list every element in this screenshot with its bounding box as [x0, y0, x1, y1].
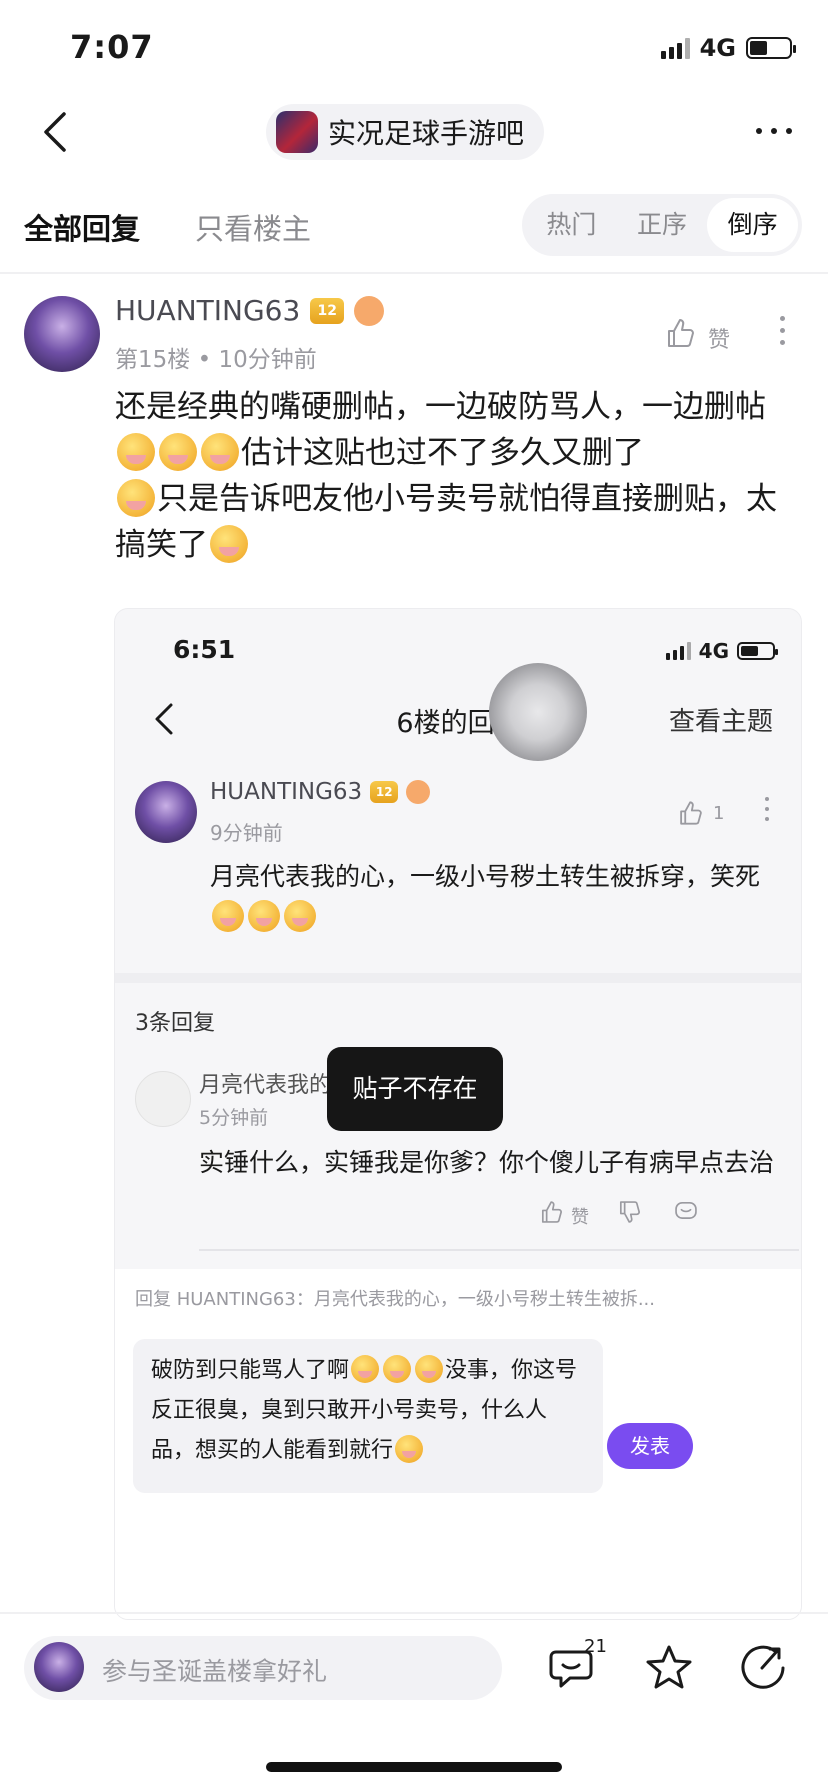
post-meta: 第15楼 • 10分钟前 [115, 347, 317, 373]
forum-avatar [276, 111, 318, 153]
gamepad-badge-icon [406, 780, 431, 804]
post-username[interactable]: HUANTING63 [115, 294, 300, 327]
chevron-left-icon[interactable] [36, 108, 76, 156]
more-vertical-icon[interactable] [780, 316, 785, 345]
shot-view-topic: 查看主题 [668, 707, 773, 737]
giggle-emoji-icon [159, 433, 197, 471]
reply-input-placeholder[interactable]: 参与圣诞盖楼拿好礼 [102, 1652, 327, 1688]
giggle-emoji-icon [248, 900, 280, 932]
giggle-emoji-icon [201, 433, 239, 471]
sort-asc[interactable]: 正序 [617, 198, 708, 252]
shot-compose-text: 破防到只能骂人了啊 没事，你这号反正很臭，臭到只敢开小号卖号，什么人品，想买的人能… [151, 1351, 581, 1471]
shot-send-button: 发表 [607, 1423, 693, 1469]
thumb-up-icon[interactable] [664, 316, 698, 350]
giggle-emoji-icon [415, 1355, 444, 1383]
share-icon[interactable] [738, 1642, 788, 1692]
post-username-row: HUANTING63 12 [115, 294, 385, 327]
shot-meta: 9分钟前 [210, 821, 283, 845]
avatar [34, 1642, 84, 1692]
divider [115, 973, 801, 983]
grin-emoji-icon [351, 1355, 380, 1383]
shot-reply-meta: 5分钟前 [199, 1107, 269, 1129]
signal-icon [660, 37, 690, 59]
comment-count: 21 [584, 1636, 607, 1657]
level-badge: 12 [310, 297, 345, 324]
giggle-emoji-icon [284, 900, 316, 932]
toast-message: 贴子不存在 [327, 1047, 503, 1131]
thumb-up-icon [541, 1201, 563, 1223]
tab-all-replies[interactable]: 全部回复 [24, 206, 140, 248]
signal-icon [665, 642, 691, 660]
more-horizontal-icon[interactable] [756, 128, 792, 134]
shot-reply-text: 实锤什么，实锤我是你爹？你个傻儿子有病早点去治 [199, 1148, 775, 1177]
thumb-up-icon [680, 801, 702, 825]
shot-username: HUANTING63 [210, 779, 363, 805]
battery-icon [737, 642, 778, 660]
shot-compose-part: 破防到只能骂人了啊 [151, 1358, 350, 1383]
post-text-part: 还是经典的嘴硬删帖，一边破防骂人，一边删帖 [115, 389, 766, 425]
avatar [135, 1071, 191, 1127]
shot-reply-like-label: 赞 [571, 1207, 589, 1228]
like-label[interactable]: 赞 [708, 322, 730, 354]
avatar [135, 781, 197, 843]
battery-icon [746, 37, 796, 59]
shot-status-time: 6:51 [173, 635, 236, 664]
shot-comment-text: 月亮代表我的心，一级小号秽土转生被拆穿，笑死 [210, 857, 770, 937]
shot-status-right: 4G [665, 639, 778, 663]
gamepad-badge-icon [354, 295, 385, 326]
shot-username-row: HUANTING63 12 [210, 779, 431, 805]
home-indicator [266, 1762, 562, 1772]
grin-emoji-icon [117, 433, 155, 471]
thumb-down-icon [619, 1201, 641, 1223]
forum-pill[interactable]: 实况足球手游吧 [266, 104, 545, 160]
shot-reply-to: 回复 HUANTING63：月亮代表我的心，一级小号秽土转生被拆... [135, 1289, 655, 1310]
more-vertical-icon [765, 797, 769, 821]
divider [0, 272, 828, 274]
post-text-part: 估计这贴也过不了多久又删了 [241, 435, 644, 471]
divider [0, 1612, 828, 1614]
giggle-emoji-icon [383, 1355, 412, 1383]
grin-emoji-icon [210, 525, 248, 563]
giggle-emoji-icon [395, 1435, 424, 1463]
network-label: 4G [698, 639, 729, 663]
sort-hot[interactable]: 热门 [526, 198, 617, 252]
star-icon[interactable] [644, 1642, 694, 1692]
shot-comment-body: 月亮代表我的心，一级小号秽土转生被拆穿，笑死 [210, 862, 761, 891]
forum-name: 实况足球手游吧 [328, 117, 525, 150]
giggle-emoji-icon [117, 479, 155, 517]
sort-desc[interactable]: 倒序 [707, 198, 799, 252]
grin-emoji-icon [212, 900, 244, 932]
touch-indicator [489, 663, 587, 761]
level-badge: 12 [370, 781, 399, 803]
shot-reply-count: 3条回复 [135, 1011, 215, 1036]
divider [199, 1249, 799, 1251]
tab-op-only[interactable]: 只看楼主 [195, 206, 311, 248]
reply-bubble-icon [675, 1201, 697, 1219]
status-time: 7:07 [70, 28, 154, 66]
sort-toggle: 热门 正序 倒序 [522, 194, 802, 256]
network-label: 4G [699, 34, 736, 62]
status-right: 4G [660, 34, 796, 62]
post-content: 还是经典的嘴硬删帖，一边破防骂人，一边删帖估计这贴也过不了多久又删了 只是告诉吧友… [115, 384, 805, 568]
avatar[interactable] [24, 296, 100, 372]
embedded-screenshot[interactable]: 6:51 4G 6楼的回复 查看主题 HUANTING63 12 9分钟前 1 … [114, 608, 802, 1620]
shot-like-count: 1 [713, 803, 725, 824]
